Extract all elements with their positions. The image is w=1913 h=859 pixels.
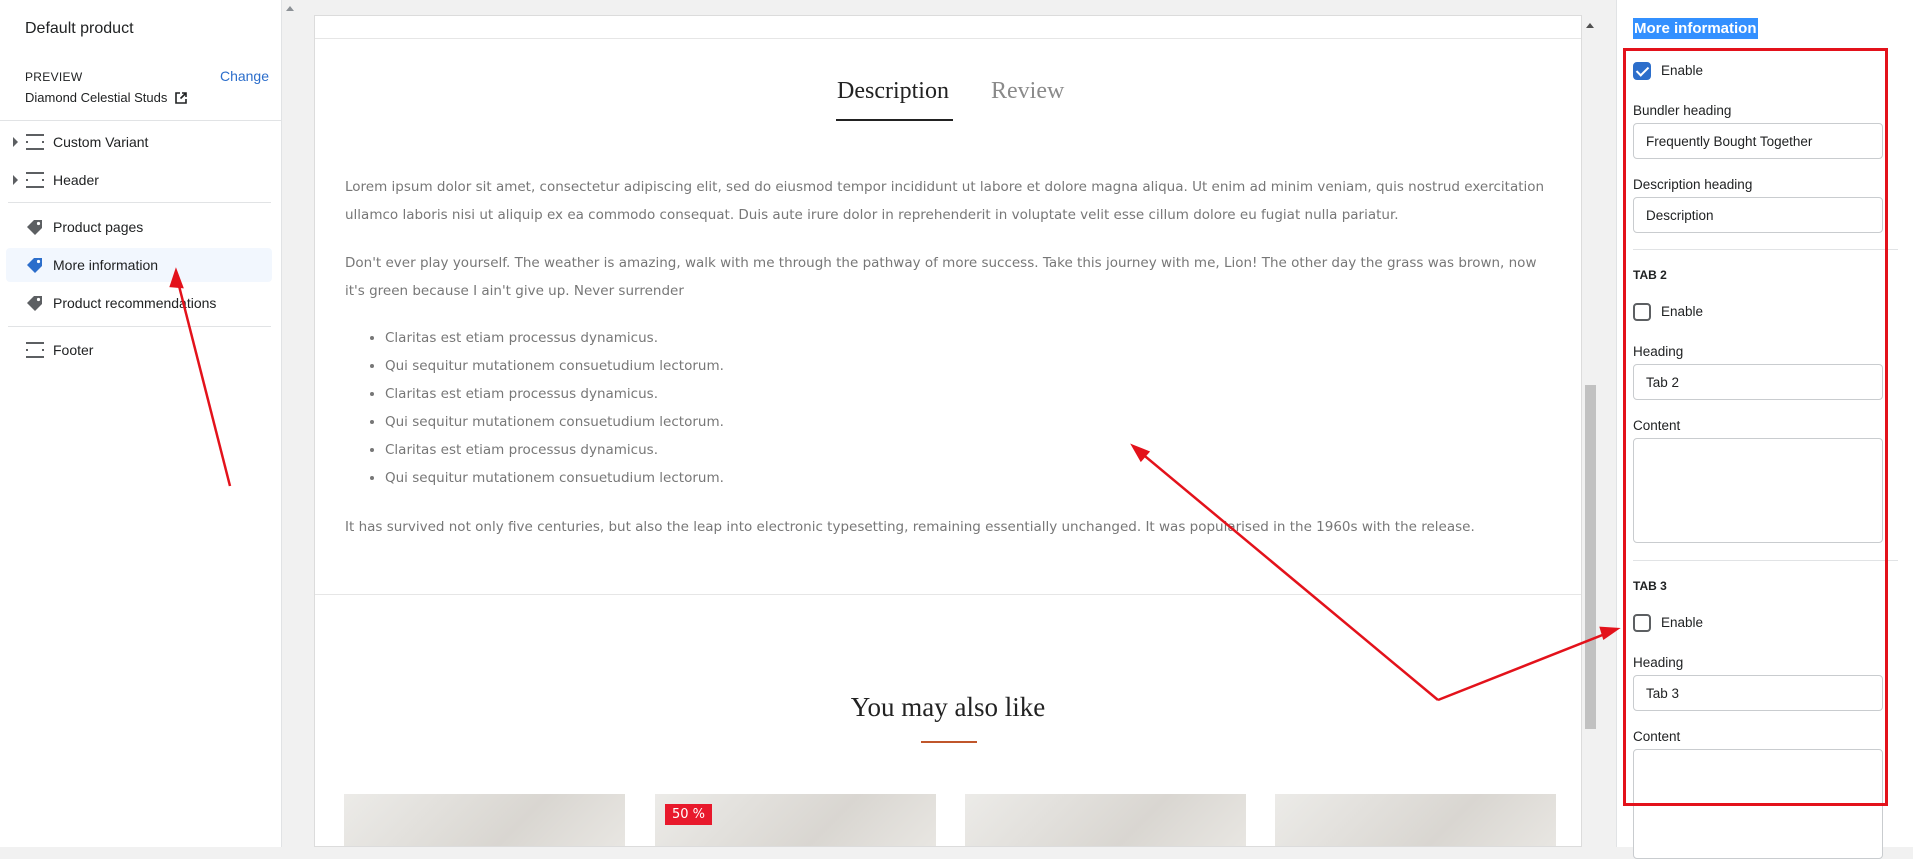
list-item: Claritas est etiam processus dynamicus. — [385, 380, 724, 408]
product-card-image[interactable]: 50 % — [655, 794, 936, 846]
sidebar-item-header[interactable]: Header — [6, 163, 272, 197]
sidebar-item-more-information[interactable]: More information — [6, 248, 272, 282]
heading-underline — [921, 741, 977, 743]
sidebar-scrollbar[interactable] — [283, 0, 295, 847]
sidebar-item-product-recommendations[interactable]: Product recommendations — [6, 286, 272, 320]
scrollbar-thumb[interactable] — [1585, 385, 1596, 729]
tab-review[interactable]: Review — [991, 78, 1064, 105]
product-card-image[interactable] — [965, 794, 1246, 846]
list-item: Claritas est etiam processus dynamicus. — [385, 324, 724, 352]
annotation-highlight-box — [1623, 48, 1888, 806]
tag-icon — [26, 219, 44, 235]
change-preview-link[interactable]: Change — [220, 68, 269, 84]
sidebar-item-label: Custom Variant — [53, 134, 149, 150]
sidebar-item-product-pages[interactable]: Product pages — [6, 210, 272, 244]
sidebar-item-custom-variant[interactable]: Custom Variant — [6, 125, 272, 159]
preview-label: PREVIEW — [25, 70, 83, 84]
tag-icon — [26, 295, 44, 311]
sidebar-item-footer[interactable]: Footer — [6, 333, 272, 367]
list-item: Qui sequitur mutationem consuetudium lec… — [385, 464, 724, 492]
list-item: Qui sequitur mutationem consuetudium lec… — [385, 352, 724, 380]
tab-description[interactable]: Description — [837, 78, 949, 105]
preview-product-name: Diamond Celestial Studs — [25, 90, 168, 105]
sidebar-item-label: Product pages — [53, 219, 144, 235]
divider — [315, 594, 1581, 595]
expand-caret-icon[interactable] — [13, 175, 18, 185]
scroll-up-icon[interactable] — [286, 6, 294, 11]
list-item: Qui sequitur mutationem consuetudium lec… — [385, 408, 724, 436]
divider — [0, 120, 281, 121]
store-preview: Description Review Lorem ipsum dolor sit… — [314, 15, 1582, 847]
preview-scrollbar[interactable] — [1582, 15, 1598, 847]
settings-title: More information — [1633, 18, 1758, 39]
tag-icon — [26, 257, 44, 273]
sale-badge: 50 % — [665, 804, 713, 825]
description-paragraph: It has survived not only five centuries,… — [345, 519, 1475, 535]
description-paragraph: Lorem ipsum dolor sit amet, consectetur … — [345, 179, 1545, 223]
sidebar-item-label: Footer — [53, 342, 94, 358]
related-products-heading: You may also like — [850, 692, 1046, 722]
sidebar-item-label: More information — [53, 257, 159, 273]
description-paragraph: Don't ever play yourself. The weather is… — [345, 255, 1537, 299]
list-item: Claritas est etiam processus dynamicus. — [385, 436, 724, 464]
section-icon — [26, 342, 44, 358]
arrow-head-icon — [1599, 626, 1621, 641]
product-card-image[interactable] — [1275, 794, 1556, 846]
page-title: Default product — [25, 20, 134, 37]
divider — [8, 202, 271, 203]
section-icon — [26, 172, 44, 188]
external-link-icon — [175, 91, 188, 104]
product-card-image[interactable] — [344, 794, 625, 846]
preview-product[interactable]: Diamond Celestial Studs — [25, 90, 188, 105]
description-bullet-list: Claritas est etiam processus dynamicus. … — [385, 324, 724, 492]
theme-editor-sidebar: Default product PREVIEW Change Diamond C… — [0, 0, 282, 847]
divider — [8, 326, 271, 327]
scroll-up-icon[interactable] — [1586, 23, 1594, 28]
expand-caret-icon[interactable] — [13, 137, 18, 147]
sidebar-item-label: Header — [53, 172, 99, 188]
sidebar-item-label: Product recommendations — [53, 295, 217, 311]
section-icon — [26, 134, 44, 150]
divider — [315, 38, 1581, 39]
active-tab-underline — [836, 119, 953, 121]
